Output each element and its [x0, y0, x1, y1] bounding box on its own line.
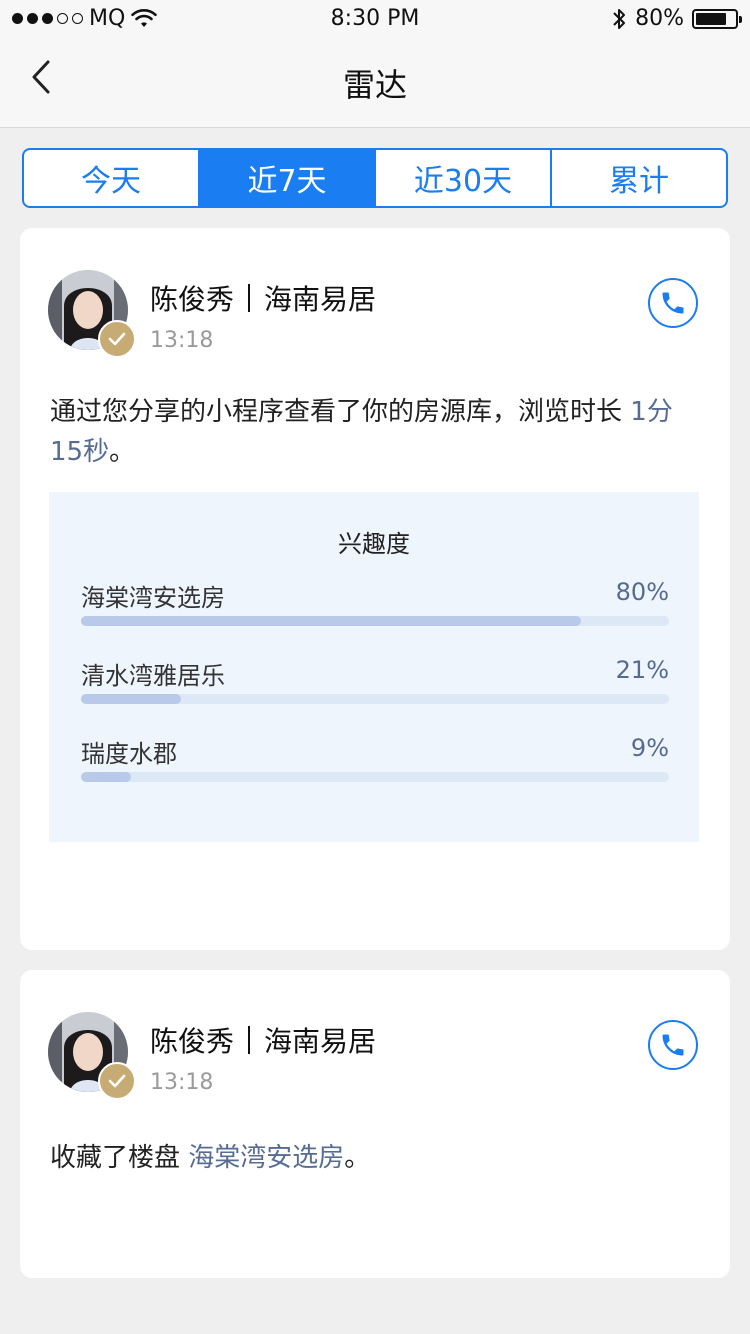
- activity-time: 13:18: [150, 328, 214, 353]
- agent-company: 海南易居: [264, 1025, 377, 1058]
- interest-bar-fill: [81, 616, 581, 626]
- description-text: 通过您分享的小程序查看了你的房源库，浏览时长: [50, 397, 623, 427]
- property-link[interactable]: 海棠湾安选房: [188, 1143, 344, 1173]
- activity-card: 陈俊秀 海南易居 13:18 收藏了楼盘 海棠湾安选房。: [20, 970, 730, 1278]
- battery-icon: [692, 8, 742, 29]
- interest-percent: 21%: [615, 656, 669, 684]
- activity-description: 收藏了楼盘 海棠湾安选房。: [50, 1138, 700, 1178]
- battery-percent: 80%: [635, 6, 684, 31]
- interest-bar-fill: [81, 772, 131, 782]
- description-suffix: 。: [109, 437, 136, 467]
- name-divider: [248, 284, 251, 312]
- interest-bar-track: [81, 772, 669, 782]
- agent-name: 陈俊秀: [150, 283, 235, 316]
- agent-name: 陈俊秀: [150, 1025, 235, 1058]
- property-label: 海棠湾安选房: [81, 584, 225, 612]
- date-range-tabs: 今天 近7天 近30天 累计: [22, 148, 728, 208]
- interest-bar-track: [81, 694, 669, 704]
- activity-card: 陈俊秀 海南易居 13:18 通过您分享的小程序查看了你的房源库，浏览时长 1分…: [20, 228, 730, 950]
- property-label: 清水湾雅居乐: [81, 662, 225, 690]
- activity-description: 通过您分享的小程序查看了你的房源库，浏览时长 1分15秒。: [50, 392, 700, 472]
- description-suffix: 。: [344, 1143, 371, 1173]
- battery-level: [696, 12, 726, 25]
- tab-today[interactable]: 今天: [24, 150, 200, 206]
- interest-bar-track: [81, 616, 669, 626]
- bluetooth-icon: [613, 8, 626, 29]
- interest-panel: 兴趣度 海棠湾安选房 80% 清水湾雅居乐 21% 瑞度水郡 9%: [49, 492, 699, 842]
- interest-percent: 80%: [615, 578, 669, 606]
- avatar-container: [48, 270, 136, 358]
- verified-badge: [98, 320, 136, 358]
- phone-icon: [662, 1034, 684, 1056]
- page-title: 雷达: [342, 66, 407, 104]
- activity-time: 13:18: [150, 1070, 214, 1095]
- avatar-container: [48, 1012, 136, 1100]
- tab-7-days[interactable]: 近7天: [200, 150, 376, 206]
- checkmark-icon: [108, 332, 126, 346]
- interest-bar-fill: [81, 694, 181, 704]
- phone-icon: [662, 292, 684, 314]
- nav-bar: 雷达: [0, 40, 750, 128]
- property-label: 瑞度水郡: [81, 740, 177, 768]
- interest-percent: 9%: [630, 734, 669, 762]
- agent-company: 海南易居: [264, 283, 377, 316]
- verified-badge: [98, 1062, 136, 1100]
- call-button[interactable]: [648, 1020, 698, 1070]
- status-bar: MQ 8:30 PM 80%: [0, 0, 750, 40]
- agent-name-line: 陈俊秀 海南易居: [150, 278, 376, 318]
- name-divider: [248, 1026, 251, 1054]
- status-right: 80%: [611, 6, 742, 31]
- call-button[interactable]: [648, 278, 698, 328]
- tab-30-days[interactable]: 近30天: [376, 150, 552, 206]
- interest-title: 兴趣度: [338, 530, 410, 558]
- agent-name-line: 陈俊秀 海南易居: [150, 1020, 376, 1060]
- tab-total[interactable]: 累计: [552, 150, 726, 206]
- checkmark-icon: [108, 1074, 126, 1088]
- description-text: 收藏了楼盘: [50, 1143, 189, 1173]
